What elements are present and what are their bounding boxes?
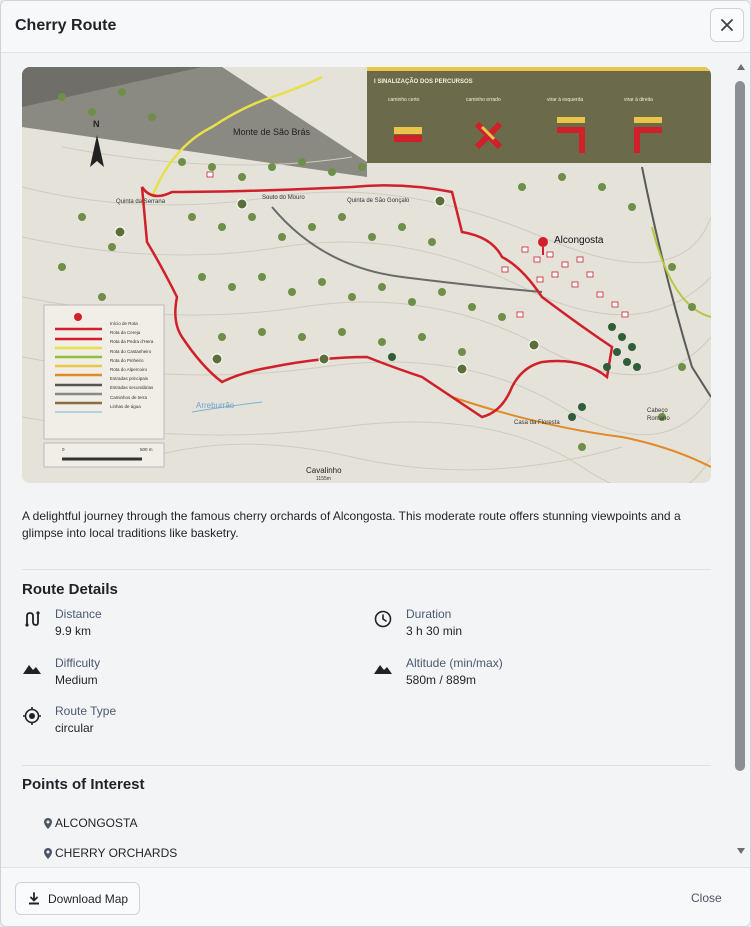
route-map: I SINALIZAÇÃO DOS PERCURSOS caminho cert… bbox=[22, 67, 711, 483]
place-label: Monte de São Brás bbox=[233, 127, 311, 137]
sign-label-wrong-way: caminho errado bbox=[466, 97, 501, 103]
map-legend-title: I SINALIZAÇÃO DOS PERCURSOS bbox=[374, 79, 473, 85]
altitude-value: 580m / 889m bbox=[406, 673, 477, 687]
scale-end: 500 m bbox=[140, 447, 153, 452]
legend-item: Linhas de água bbox=[110, 403, 141, 409]
legend-item: Rota do Alpercoiro bbox=[110, 367, 148, 373]
mountain-icon bbox=[374, 665, 392, 674]
clock-icon bbox=[374, 610, 392, 628]
divider bbox=[22, 569, 711, 570]
poi-item: CHERRY ORCHARDS bbox=[44, 846, 177, 860]
close-button[interactable]: Close bbox=[691, 891, 722, 905]
sign-label-turn-right: virar à direita bbox=[624, 97, 653, 103]
poi-label: ALCONGOSTA bbox=[55, 816, 138, 830]
difficulty-label: Difficulty bbox=[55, 656, 101, 670]
mountain-icon bbox=[23, 665, 41, 674]
sign-label-turn-left: virar à esquerda bbox=[547, 97, 584, 103]
route-type-value: circular bbox=[55, 721, 94, 735]
place-label: Cabeço Romano bbox=[647, 408, 670, 422]
download-map-button[interactable]: Download Map bbox=[15, 882, 140, 915]
legend-item: Rota da Pedra d'Hera bbox=[110, 339, 154, 345]
scroll-up-icon[interactable] bbox=[736, 63, 746, 71]
legend-item: Rota do Pinheiro bbox=[110, 357, 144, 363]
download-icon bbox=[29, 892, 39, 905]
scrollbar-thumb[interactable] bbox=[735, 81, 745, 771]
scroll-down-icon[interactable] bbox=[736, 847, 746, 855]
duration-value: 3 h 30 min bbox=[406, 624, 463, 638]
legend-item: Início de Rota bbox=[110, 321, 138, 326]
poi-label: CHERRY ORCHARDS bbox=[55, 846, 178, 860]
distance-value: 9.9 km bbox=[55, 624, 92, 638]
legend-item: Rota do Castanheiro bbox=[110, 348, 152, 354]
route-type-label: Route Type bbox=[55, 704, 117, 718]
route-description: A delightful journey through the famous … bbox=[22, 509, 681, 540]
map-legend: Início de Rota Rota da Cereja Rota da Pe… bbox=[110, 319, 153, 411]
map-pin-icon bbox=[44, 817, 52, 829]
map-pin-icon bbox=[44, 847, 52, 859]
points-of-interest-title: Points of Interest bbox=[22, 776, 145, 793]
sign-label-right-way: caminho certo bbox=[388, 97, 420, 103]
dialog-body[interactable]: I SINALIZAÇÃO DOS PERCURSOS caminho cert… bbox=[1, 1, 750, 867]
legend-item: Estradas principais bbox=[110, 376, 149, 382]
download-map-label: Download Map bbox=[48, 891, 129, 906]
route-dialog: Cherry Route I SINALIZAÇÃO DOS PERCURSOS… bbox=[0, 0, 751, 927]
target-icon bbox=[23, 707, 41, 725]
place-label: Arreburrão bbox=[196, 401, 235, 410]
place-label-alcongosta: Alcongosta bbox=[554, 235, 604, 246]
legend-item: Caminhos de terra bbox=[110, 394, 148, 400]
route-icon bbox=[25, 611, 40, 627]
duration-label: Duration bbox=[406, 607, 452, 621]
place-label: Quinta da Serrana bbox=[116, 199, 166, 205]
route-details-title: Route Details bbox=[22, 581, 118, 598]
altitude-label: 1155m bbox=[316, 476, 331, 482]
place-label: Quinta de São Gonçalo bbox=[347, 198, 410, 204]
divider bbox=[22, 765, 711, 766]
legend-item: Estradas secundárias bbox=[110, 385, 154, 391]
altitude-label: Altitude (min/max) bbox=[406, 656, 503, 670]
dialog-footer: Download Map Close bbox=[1, 867, 750, 926]
place-label: Souto do Mouro bbox=[262, 195, 305, 201]
difficulty-value: Medium bbox=[55, 673, 98, 687]
north-label: N bbox=[93, 119, 100, 129]
poi-item: ALCONGOSTA bbox=[44, 816, 137, 830]
scale-start: 0 bbox=[62, 447, 65, 452]
place-label: Casa da Floresta bbox=[514, 420, 560, 426]
place-label: Cavalinho bbox=[306, 466, 342, 475]
legend-item: Rota da Cereja bbox=[110, 330, 141, 336]
distance-label: Distance bbox=[55, 607, 102, 621]
